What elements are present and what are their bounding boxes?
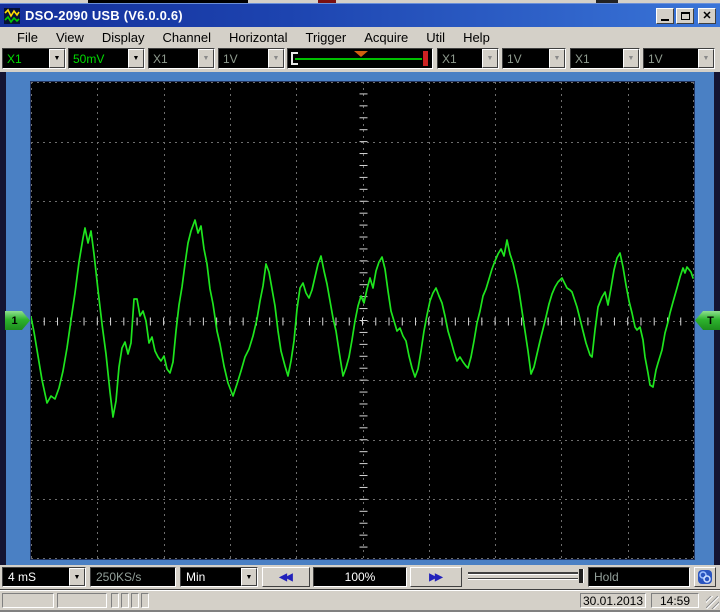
acquisition-mode-select[interactable]: Min ▼ — [180, 567, 258, 587]
chevron-down-icon[interactable]: ▼ — [241, 568, 257, 586]
ch2-attenuation-value: X1 — [149, 52, 198, 66]
run-status-value: Hold — [589, 570, 689, 584]
ch3-volts-div-value: 1V — [503, 52, 549, 66]
scroll-right-button[interactable]: ▶▶ — [410, 567, 462, 587]
scope-area: 1 T — [0, 72, 720, 565]
status-panel-empty — [131, 593, 139, 608]
chevron-down-icon[interactable]: ▼ — [69, 568, 85, 586]
ch2-volts-div-value: 1V — [219, 52, 268, 66]
display-position-slider[interactable] — [468, 569, 584, 585]
timebase-select[interactable]: 4 mS ▼ — [2, 567, 86, 587]
minimize-icon — [661, 19, 669, 21]
resize-grip[interactable] — [706, 596, 719, 609]
menu-help[interactable]: Help — [454, 28, 499, 47]
minimize-button[interactable] — [656, 8, 674, 24]
maximize-icon — [681, 12, 690, 20]
time-value: 14:59 — [660, 594, 690, 608]
maximize-button[interactable] — [676, 8, 694, 24]
sample-rate-display: 250KS/s — [90, 567, 176, 587]
ch1-ground-marker-label: 1 — [11, 315, 17, 327]
ch4-attenuation-select[interactable]: X1 ▼ — [570, 48, 640, 69]
status-panel-empty — [57, 593, 107, 608]
menu-trigger[interactable]: Trigger — [297, 28, 356, 47]
ch1-volts-div-select[interactable]: 50mV ▼ — [68, 48, 145, 69]
date-display: 30.01.2013 — [580, 593, 646, 608]
ch4-volts-div-select[interactable]: 1V ▼ — [643, 48, 715, 69]
time-display: 14:59 — [651, 593, 699, 608]
menu-util[interactable]: Util — [417, 28, 454, 47]
menu-file[interactable]: File — [8, 28, 47, 47]
scope-plot — [31, 82, 694, 559]
scroll-right-icon: ▶▶ — [429, 572, 440, 583]
slider-right-handle[interactable] — [423, 51, 428, 66]
scope-screen — [31, 82, 694, 559]
chevron-down-icon[interactable]: ▼ — [698, 49, 714, 68]
close-button[interactable]: ✕ — [698, 8, 716, 24]
ch4-volts-div-value: 1V — [644, 52, 698, 66]
trigger-level-marker-label: T — [707, 315, 714, 327]
slider-track — [295, 58, 422, 60]
menu-channel[interactable]: Channel — [154, 28, 220, 47]
title-bar[interactable]: DSO-2090 USB (V6.0.0.6) ✕ — [0, 3, 720, 27]
menu-bar: File View Display Channel Horizontal Tri… — [0, 27, 720, 47]
ch3-attenuation-value: X1 — [438, 52, 482, 66]
trigger-level-marker[interactable]: T — [695, 311, 720, 330]
control-bar: 4 mS ▼ 250KS/s Min ▼ ◀◀ 100% ▶▶ Hold — [0, 565, 720, 590]
ch4-attenuation-value: X1 — [571, 52, 623, 66]
ch1-ground-marker[interactable]: 1 — [5, 311, 30, 330]
acquisition-mode-value: Min — [181, 570, 241, 584]
chevron-down-icon[interactable]: ▼ — [49, 49, 65, 68]
chevron-down-icon[interactable]: ▼ — [623, 49, 639, 68]
chevron-down-icon[interactable]: ▼ — [549, 49, 565, 68]
ch1-volts-div-value: 50mV — [69, 52, 128, 66]
menu-horizontal[interactable]: Horizontal — [220, 28, 297, 47]
chevron-down-icon[interactable]: ▼ — [198, 49, 214, 68]
trigger-position-slider[interactable] — [287, 48, 433, 69]
timebase-value: 4 mS — [3, 570, 69, 584]
app-window: DSO-2090 USB (V6.0.0.6) ✕ File View Disp… — [0, 0, 720, 612]
zoom-display: 100% — [313, 567, 407, 587]
ch3-volts-div-select[interactable]: 1V ▼ — [502, 48, 566, 69]
ch2-attenuation-select[interactable]: X1 ▼ — [148, 48, 215, 69]
slider-line — [468, 572, 578, 574]
scroll-left-icon: ◀◀ — [279, 572, 290, 583]
chevron-down-icon[interactable]: ▼ — [268, 49, 284, 68]
status-panel-empty — [2, 593, 54, 608]
menu-acquire[interactable]: Acquire — [355, 28, 417, 47]
run-status-display: Hold — [588, 567, 690, 587]
chevron-down-icon[interactable]: ▼ — [128, 49, 144, 68]
utility-icon — [697, 569, 713, 585]
window-title: DSO-2090 USB (V6.0.0.6) — [25, 8, 183, 23]
status-panel-empty — [111, 593, 119, 608]
status-bar: 30.01.2013 14:59 — [0, 590, 720, 611]
ch1-attenuation-select[interactable]: X1 ▼ — [2, 48, 66, 69]
menu-display[interactable]: Display — [93, 28, 154, 47]
chevron-down-icon[interactable]: ▼ — [482, 49, 498, 68]
trigger-position-marker-icon[interactable] — [354, 51, 368, 57]
ch3-attenuation-select[interactable]: X1 ▼ — [437, 48, 499, 69]
slider-handle[interactable] — [579, 569, 584, 583]
close-icon: ✕ — [702, 9, 711, 22]
sample-rate-value: 250KS/s — [91, 570, 175, 584]
status-panel-empty — [121, 593, 129, 608]
zoom-value: 100% — [314, 570, 406, 584]
ch1-attenuation-value: X1 — [3, 52, 49, 66]
slider-line — [468, 578, 578, 579]
utility-icon-button[interactable] — [694, 567, 716, 587]
ch2-volts-div-select[interactable]: 1V ▼ — [218, 48, 285, 69]
app-logo-icon — [4, 8, 20, 24]
date-value: 30.01.2013 — [583, 594, 643, 608]
toolbar: X1 ▼ 50mV ▼ X1 ▼ 1V ▼ X1 ▼ 1V ▼ — [0, 47, 720, 72]
status-panel-empty — [141, 593, 149, 608]
menu-view[interactable]: View — [47, 28, 93, 47]
scroll-left-button[interactable]: ◀◀ — [262, 567, 310, 587]
